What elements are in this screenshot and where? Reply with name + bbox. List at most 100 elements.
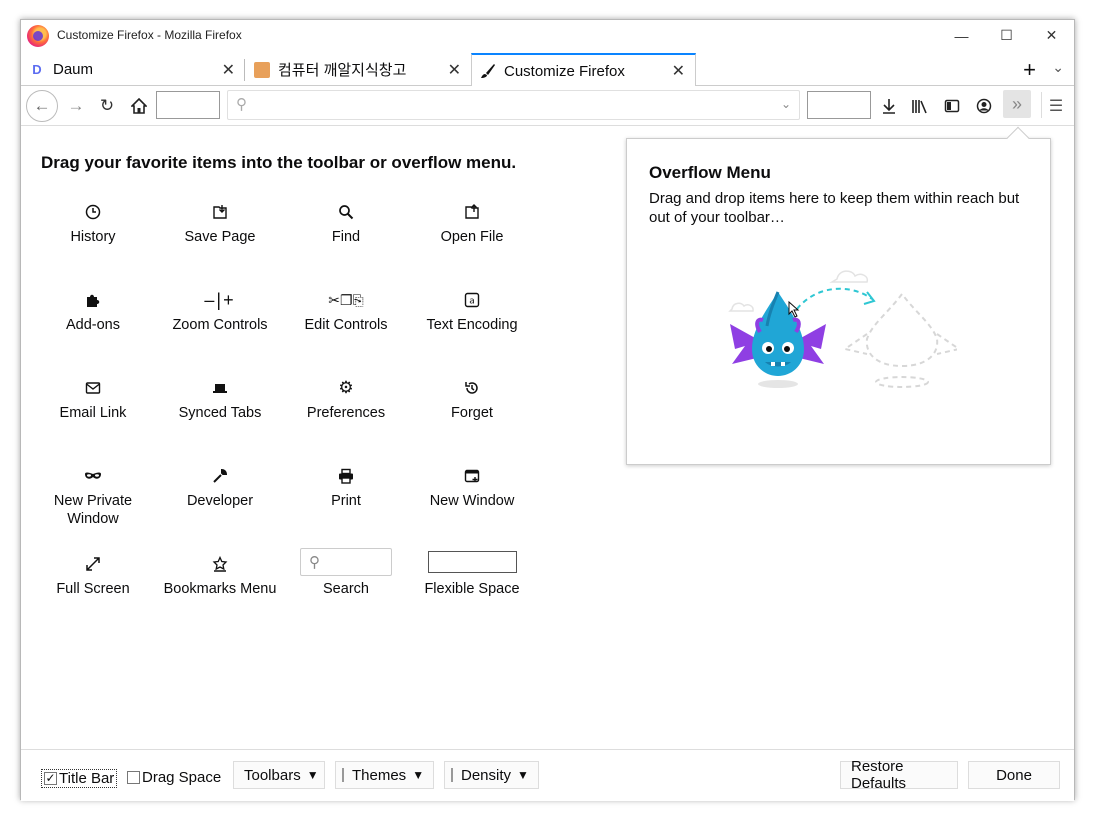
checkbox-checked-icon: ✓ (44, 771, 57, 785)
reload-button[interactable]: ↻ (92, 91, 122, 121)
palette-search[interactable]: ⚲ Search (283, 548, 409, 598)
flexible-space-placeholder[interactable] (807, 91, 871, 119)
done-button[interactable]: Done (968, 761, 1060, 789)
tab-blog[interactable]: 컴퓨터 깨알지식창고 ✕ (246, 53, 471, 86)
flexible-space-placeholder[interactable] (156, 91, 220, 119)
maximize-button[interactable]: ☐ (984, 20, 1029, 51)
minimize-button[interactable]: — (939, 20, 984, 51)
restore-defaults-button[interactable]: Restore Defaults (840, 758, 958, 792)
library-button[interactable] (905, 91, 935, 121)
themes-label: Themes (352, 766, 407, 784)
downloads-button[interactable] (874, 91, 904, 121)
envelope-icon (30, 376, 156, 400)
close-tab-icon[interactable]: ✕ (448, 60, 461, 80)
toolbars-dropdown[interactable]: Toolbars ▼ (233, 761, 325, 789)
palette-label: Flexible Space (424, 581, 520, 597)
svg-text:a: a (469, 297, 475, 307)
palette-new-private-window[interactable]: New Private Window (30, 464, 156, 528)
palette-label: Print (331, 493, 361, 509)
chevron-down-icon: ▼ (412, 768, 425, 782)
zoom-icon: –|+ (204, 289, 236, 310)
overflow-menu-button[interactable]: » (1003, 90, 1031, 118)
new-window-icon (409, 464, 535, 488)
density-label: Density (461, 766, 512, 784)
url-bar[interactable]: ⚲ ⌄ (227, 90, 800, 120)
palette-email-link[interactable]: Email Link (30, 376, 156, 422)
palette-label: Find (331, 229, 361, 245)
flexible-space-widget (427, 551, 517, 573)
gear-icon: ⚙ (338, 378, 354, 397)
palette-open-file[interactable]: Open File (409, 200, 535, 246)
palette-label: Forget (451, 405, 493, 421)
overflow-panel-description: Drag and drop items here to keep them wi… (649, 190, 1020, 226)
palette-edit-controls[interactable]: ✂❐⎘ Edit Controls (283, 288, 409, 334)
palette-label: Zoom Controls (172, 317, 268, 333)
close-tab-icon[interactable]: ✕ (672, 61, 685, 81)
drag-space-checkbox[interactable]: Drag Space (127, 769, 221, 786)
restore-defaults-label: Restore Defaults (851, 758, 907, 792)
palette-synced-tabs[interactable]: Synced Tabs (157, 376, 283, 422)
paintbrush-icon (480, 63, 496, 79)
palette-flexible-space[interactable]: Flexible Space (409, 548, 535, 598)
search-icon (283, 200, 409, 224)
open-file-icon (409, 200, 535, 224)
palette-full-screen[interactable]: Full Screen (30, 552, 156, 598)
toolbars-label: Toolbars (244, 766, 301, 784)
themes-dropdown[interactable]: Themes ▼ (335, 761, 434, 789)
back-button[interactable]: ← (26, 90, 58, 122)
bookmarks-menu-icon (157, 552, 283, 576)
tab-customize-firefox[interactable]: Customize Firefox ✕ (471, 53, 696, 87)
search-icon: ⚲ (309, 554, 320, 571)
sidebar-button[interactable] (937, 91, 967, 121)
list-all-tabs-button[interactable]: ⌄ (1052, 59, 1064, 76)
palette-label: Synced Tabs (178, 405, 262, 421)
puzzle-icon (30, 288, 156, 312)
palette-save-page[interactable]: Save Page (157, 200, 283, 246)
forward-button[interactable]: → (61, 91, 91, 121)
mask-icon (30, 464, 156, 488)
palette-forget[interactable]: Forget (409, 376, 535, 422)
checkbox-label: Title Bar (59, 770, 115, 787)
done-label: Done (996, 766, 1032, 784)
density-dropdown[interactable]: Density ▼ (444, 761, 539, 789)
window-title: Customize Firefox - Mozilla Firefox (57, 28, 242, 42)
palette-text-encoding[interactable]: a Text Encoding (409, 288, 535, 334)
daum-favicon-icon: D (32, 62, 42, 77)
hamburger-menu-icon[interactable]: ☰ (1041, 91, 1071, 121)
tab-label: Customize Firefox (504, 62, 625, 80)
search-icon: ⚲ (236, 96, 247, 113)
navigation-toolbar: ← → ↻ ⚲ ⌄ » ☰ (21, 86, 1074, 126)
tab-daum[interactable]: D Daum ✕ (21, 53, 245, 86)
close-window-button[interactable]: ✕ (1029, 20, 1074, 51)
palette-new-window[interactable]: New Window (409, 464, 535, 510)
firefox-logo-icon (27, 25, 49, 47)
density-thumbnail-icon (451, 768, 453, 782)
customize-area: Drag your favorite items into the toolba… (21, 126, 1074, 749)
overflow-panel[interactable]: Overflow Menu Drag and drop items here t… (626, 126, 1051, 465)
palette-find[interactable]: Find (283, 200, 409, 246)
close-tab-icon[interactable]: ✕ (222, 60, 235, 80)
palette-label: Search (323, 581, 369, 597)
palette-print[interactable]: Print (283, 464, 409, 510)
blog-favicon-icon (254, 61, 270, 78)
palette-history[interactable]: History (30, 200, 156, 246)
palette-label: History (70, 229, 116, 245)
customize-footer: ✓ Title Bar Drag Space Toolbars ▼ Themes… (21, 749, 1074, 801)
palette-label: Full Screen (56, 581, 130, 597)
palette-label: Edit Controls (304, 317, 388, 333)
chevron-down-icon[interactable]: ⌄ (781, 97, 791, 111)
title-bar: Customize Firefox - Mozilla Firefox — ☐ … (21, 20, 1074, 51)
palette-zoom-controls[interactable]: –|+ Zoom Controls (157, 288, 283, 334)
palette-label: Email Link (59, 405, 127, 421)
account-button[interactable] (969, 91, 999, 121)
title-bar-checkbox[interactable]: ✓ Title Bar (41, 769, 118, 788)
dragon-illustration (728, 270, 957, 388)
new-tab-button[interactable]: + (1023, 57, 1036, 83)
palette-bookmarks-menu[interactable]: Bookmarks Menu (157, 552, 283, 598)
palette-add-ons[interactable]: Add-ons (30, 288, 156, 334)
palette-preferences[interactable]: ⚙ Preferences (283, 376, 409, 422)
palette-developer[interactable]: Developer (157, 464, 283, 510)
home-button[interactable] (124, 91, 154, 121)
checkbox-label: Drag Space (142, 769, 222, 786)
chevron-down-icon: ▼ (306, 768, 319, 782)
